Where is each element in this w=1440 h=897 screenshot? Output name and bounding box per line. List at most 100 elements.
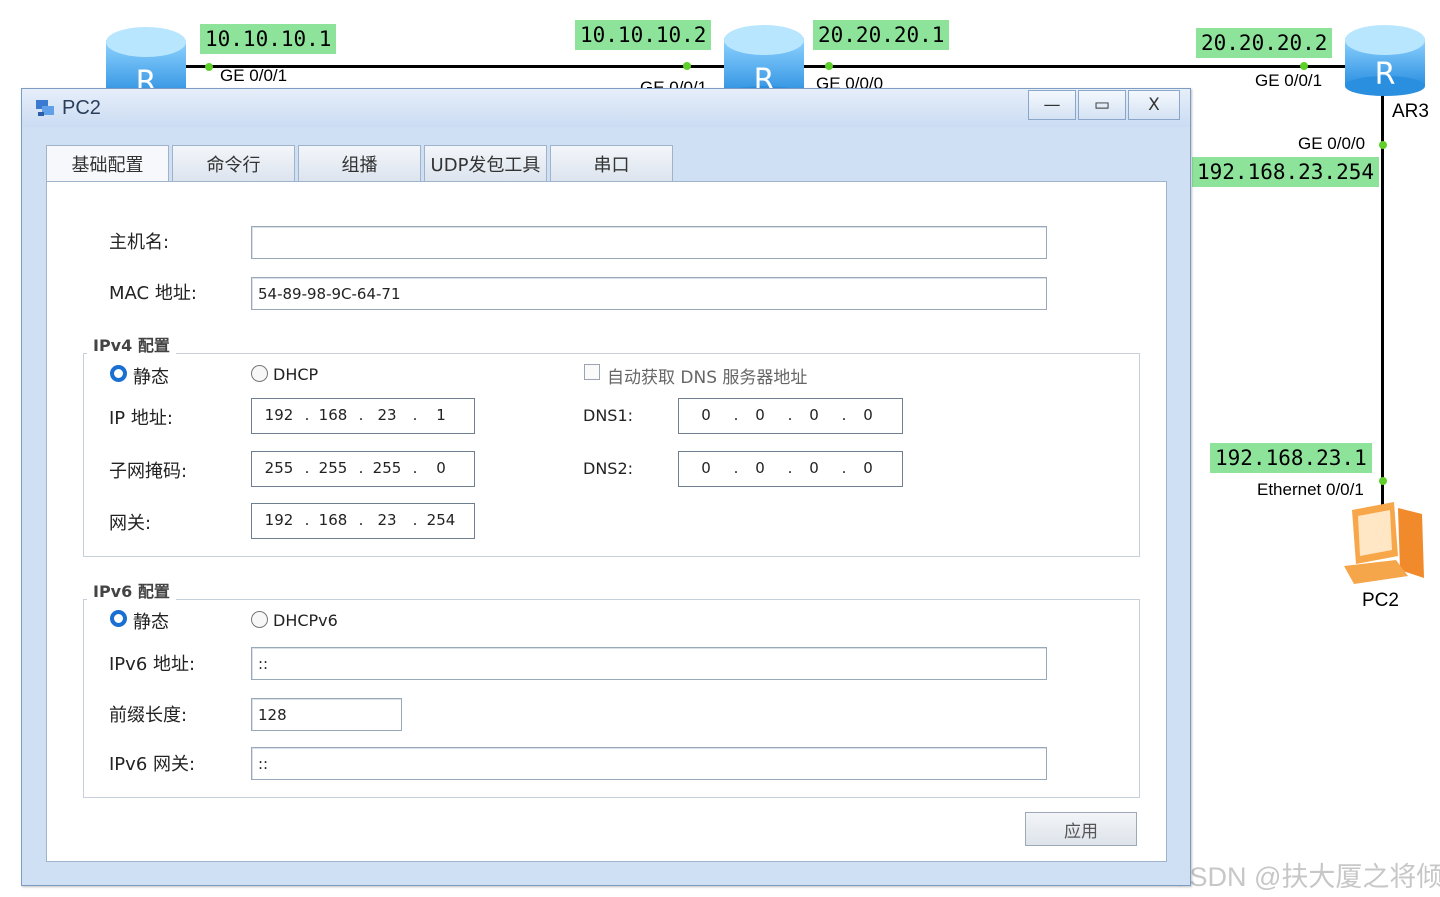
octet-separator: . bbox=[358, 511, 364, 529]
basic-config-panel: 主机名: MAC 地址: 54-89-98-9C-64-71 IPv4 配置 静… bbox=[46, 181, 1167, 862]
octet-separator: . bbox=[304, 511, 310, 529]
link-dot bbox=[1300, 62, 1308, 70]
tab-multicast[interactable]: 组播 bbox=[298, 145, 421, 181]
ip-label: 192.168.23.1 bbox=[1210, 443, 1372, 473]
dns1-octet: 0 bbox=[701, 406, 711, 424]
ipv6-dhcp-label: DHCPv6 bbox=[273, 611, 338, 630]
maximize-button[interactable]: ▭ bbox=[1078, 90, 1126, 120]
ipv6-address-input[interactable]: :: bbox=[251, 647, 1047, 680]
octet-separator: . bbox=[358, 459, 364, 477]
device-name-pc2: PC2 bbox=[1362, 590, 1399, 611]
octet-separator: . bbox=[787, 406, 793, 424]
ipv6-static-label: 静态 bbox=[133, 612, 169, 633]
tab-serial[interactable]: 串口 bbox=[550, 145, 673, 181]
hostname-input[interactable] bbox=[251, 226, 1047, 259]
octet-separator: . bbox=[841, 459, 847, 477]
tab-basic-config[interactable]: 基础配置 bbox=[46, 145, 169, 181]
ip-octet: 1 bbox=[436, 406, 446, 424]
mac-input[interactable]: 54-89-98-9C-64-71 bbox=[251, 277, 1047, 310]
port-label: GE 0/0/1 bbox=[220, 66, 288, 85]
mac-label: MAC 地址: bbox=[109, 283, 197, 304]
octet-separator: . bbox=[412, 459, 418, 477]
port-label: Ethernet 0/0/1 bbox=[1257, 480, 1364, 499]
dns2-octet: 0 bbox=[863, 459, 873, 477]
ip-label: 20.20.20.1 bbox=[813, 20, 950, 50]
auto-dns-checkbox[interactable] bbox=[584, 364, 600, 380]
link-dot bbox=[825, 62, 833, 70]
ip-octet: 23 bbox=[377, 406, 397, 424]
window-title: PC2 bbox=[62, 97, 101, 119]
gw-octet: 168 bbox=[318, 511, 348, 529]
octet-separator: . bbox=[412, 406, 418, 424]
ipv6-gateway-label: IPv6 网关: bbox=[109, 754, 196, 775]
octet-separator: . bbox=[304, 459, 310, 477]
ipv4-dhcp-radio[interactable] bbox=[251, 365, 268, 382]
ipv6-static-radio[interactable] bbox=[110, 610, 127, 627]
tab-command-line[interactable]: 命令行 bbox=[172, 145, 295, 181]
link-dot bbox=[1379, 477, 1387, 485]
ipv6-group-title: IPv6 配置 bbox=[87, 578, 176, 602]
dns1-input[interactable]: 0. 0. 0. 0 bbox=[678, 398, 903, 434]
minimize-button[interactable]: — bbox=[1028, 90, 1076, 120]
prefix-length-input[interactable]: 128 bbox=[251, 698, 402, 731]
ip-label: 20.20.20.2 bbox=[1196, 28, 1333, 58]
link-r2-ar3 bbox=[760, 65, 1390, 68]
subnet-mask-input[interactable]: 255. 255. 255. 0 bbox=[251, 451, 475, 487]
octet-separator: . bbox=[358, 406, 364, 424]
mask-octet: 255 bbox=[318, 459, 348, 477]
ip-address-label: IP 地址: bbox=[109, 408, 173, 429]
octet-separator: . bbox=[733, 406, 739, 424]
subnet-mask-label: 子网掩码: bbox=[109, 461, 188, 482]
watermark: CSDN @扶大厦之将倾 bbox=[1170, 862, 1440, 892]
router-letter: R bbox=[1375, 57, 1396, 92]
mask-octet: 255 bbox=[372, 459, 402, 477]
gw-octet: 192 bbox=[264, 511, 294, 529]
apply-button[interactable]: 应用 bbox=[1025, 812, 1137, 846]
dns2-octet: 0 bbox=[809, 459, 819, 477]
gateway-input[interactable]: 192. 168. 23. 254 bbox=[251, 503, 475, 539]
app-icon bbox=[36, 100, 54, 116]
octet-separator: . bbox=[841, 406, 847, 424]
dns1-octet: 0 bbox=[755, 406, 765, 424]
dns2-input[interactable]: 0. 0. 0. 0 bbox=[678, 451, 903, 487]
hostname-label: 主机名: bbox=[109, 232, 170, 253]
ipv4-group-title: IPv4 配置 bbox=[87, 332, 176, 356]
tab-udp-tool[interactable]: UDP发包工具 bbox=[424, 145, 547, 181]
mask-octet: 0 bbox=[436, 459, 446, 477]
port-label: GE 0/0/0 bbox=[1298, 134, 1366, 153]
ipv4-static-label: 静态 bbox=[133, 367, 169, 388]
prefix-length-label: 前缀长度: bbox=[109, 705, 188, 726]
ipv6-dhcp-radio[interactable] bbox=[251, 611, 268, 628]
dns1-label: DNS1: bbox=[583, 406, 634, 425]
port-label: GE 0/0/1 bbox=[1255, 71, 1323, 90]
ip-octet: 192 bbox=[264, 406, 294, 424]
gateway-label: 网关: bbox=[109, 513, 152, 534]
link-dot bbox=[683, 62, 691, 70]
ipv4-static-radio[interactable] bbox=[110, 365, 127, 382]
link-dot bbox=[205, 63, 213, 71]
gw-octet: 23 bbox=[377, 511, 397, 529]
router-icon-r2[interactable]: R bbox=[724, 24, 804, 98]
dns2-octet: 0 bbox=[755, 459, 765, 477]
ipv6-gateway-input[interactable]: :: bbox=[251, 747, 1047, 780]
close-button[interactable]: X bbox=[1128, 90, 1180, 120]
title-bar[interactable]: PC2 — ▭ X bbox=[22, 89, 1190, 127]
router-icon-ar3[interactable]: R bbox=[1345, 24, 1425, 98]
ipv6-address-label: IPv6 地址: bbox=[109, 654, 196, 675]
dns2-octet: 0 bbox=[701, 459, 711, 477]
ip-label: 10.10.10.2 bbox=[575, 20, 712, 50]
mask-octet: 255 bbox=[264, 459, 294, 477]
pc-icon[interactable] bbox=[1338, 500, 1428, 586]
dns1-octet: 0 bbox=[809, 406, 819, 424]
dns1-octet: 0 bbox=[863, 406, 873, 424]
octet-separator: . bbox=[787, 459, 793, 477]
dns2-label: DNS2: bbox=[583, 459, 634, 478]
octet-separator: . bbox=[304, 406, 310, 424]
ip-label: 192.168.23.254 bbox=[1192, 157, 1380, 187]
gw-octet: 254 bbox=[426, 511, 456, 529]
ip-label: 10.10.10.1 bbox=[200, 24, 337, 54]
device-name-ar3: AR3 bbox=[1392, 101, 1429, 122]
ip-address-input[interactable]: 192. 168. 23. 1 bbox=[251, 398, 475, 434]
ip-octet: 168 bbox=[318, 406, 348, 424]
link-dot bbox=[1379, 141, 1387, 149]
